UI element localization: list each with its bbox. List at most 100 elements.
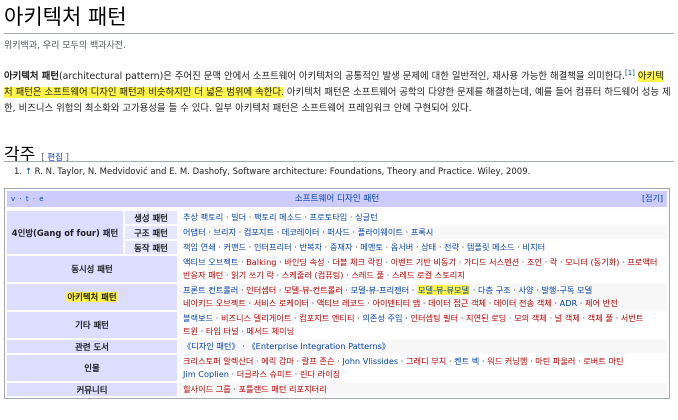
- navbox-link[interactable]: 메서드 체이닝: [246, 326, 294, 336]
- navbox-link[interactable]: 아이덴티티 맵: [372, 298, 420, 308]
- navbox-link[interactable]: 스레드 로컬 스토리지: [392, 270, 465, 280]
- navbox-link[interactable]: 옵서버: [391, 242, 414, 252]
- navbox-link[interactable]: 포틀랜드 패턴 리포지터리: [239, 384, 327, 394]
- list-separator: ·: [301, 212, 310, 222]
- navbox-link[interactable]: 에릭 감마: [261, 356, 294, 366]
- navbox-link[interactable]: 더블 체크 락킹: [332, 257, 382, 267]
- navbox-link[interactable]: 반복자: [299, 242, 322, 252]
- navbox-group: 인물: [7, 355, 177, 381]
- navbox-link[interactable]: 책임 연쇄: [183, 242, 216, 252]
- navbox-link[interactable]: 힐사이드 그룹: [183, 384, 231, 394]
- navbox-link[interactable]: 메멘토: [360, 242, 383, 252]
- navbox-link[interactable]: 비즈니스 델리게이트: [221, 313, 291, 323]
- navbox-link[interactable]: 읽기 쓰기 락: [231, 270, 274, 280]
- navbox-link[interactable]: 타입 터널: [206, 326, 239, 336]
- notes-divider: [4, 161, 674, 162]
- navbox-link[interactable]: 어댑터: [183, 227, 206, 237]
- navbox-link[interactable]: 데이터 접근 객체: [428, 298, 486, 308]
- navbox-link[interactable]: 더글라스 슈미트: [237, 369, 292, 379]
- navbox-link[interactable]: 《Enterprise Integration Patterns》: [247, 341, 390, 351]
- navbox-link[interactable]: 발행-구독 모델: [541, 285, 592, 295]
- navbox-link[interactable]: 비지터: [523, 242, 546, 252]
- navbox-title[interactable]: 소프트웨어 디자인 패턴: [295, 194, 380, 204]
- navbox-link[interactable]: 랄프 존슨: [302, 356, 335, 366]
- navbox-link[interactable]: 프로액터: [627, 257, 657, 267]
- reference-link[interactable]: [1]: [625, 69, 635, 77]
- navbox-subgroup: 구조 패턴: [125, 226, 177, 239]
- navbox-link[interactable]: 프론트 컨트롤러: [183, 285, 238, 295]
- navbox-link[interactable]: 팩토리 메소드: [254, 212, 302, 222]
- navbox-link[interactable]: 사양: [518, 285, 533, 295]
- navbox-row: 4인방(Gang of four) 패턴 생성 패턴 추상 팩토리 · 빌더 · 팩…: [7, 211, 667, 254]
- navbox-link[interactable]: 데이터 전송 객체: [494, 298, 552, 308]
- navbox-link[interactable]: Balking: [246, 257, 276, 267]
- navbox-link[interactable]: 이벤트 기반 비동기: [391, 257, 456, 267]
- list-separator: ·: [542, 257, 550, 267]
- navbox-link[interactable]: 컴포지트: [244, 227, 274, 237]
- list-separator: ·: [546, 313, 555, 323]
- navbox-link[interactable]: 모의 객체: [514, 313, 547, 323]
- navbox-link[interactable]: 다층 구조: [478, 285, 511, 295]
- navbox-link[interactable]: 빌더: [231, 212, 246, 222]
- navbox-link[interactable]: 마틴 파울러: [535, 356, 575, 366]
- navbox-link[interactable]: 네이키드 오브젝트: [183, 298, 246, 308]
- navbox-group: 아키텍처 패턴: [7, 284, 177, 310]
- navbox-link[interactable]: 그래디 부치: [406, 356, 446, 366]
- navbox-link[interactable]: 모델-뷰-뷰모델: [417, 285, 471, 295]
- navbox-link[interactable]: 데코레이터: [282, 227, 320, 237]
- navbox-link[interactable]: 트윈: [183, 326, 198, 336]
- navbox-link[interactable]: 조인: [527, 257, 542, 267]
- article-page: 아키텍처 패턴 위키백과, 우리 모두의 백과사전. 아키텍처 패턴(archi…: [0, 0, 678, 420]
- list-separator: ·: [292, 369, 300, 379]
- navbox-link[interactable]: 모델-뷰-컨트롤러: [284, 285, 343, 295]
- site-tagline: 위키백과, 우리 모두의 백과사전.: [4, 41, 126, 51]
- navbox-link[interactable]: 상태: [421, 242, 436, 252]
- navbox-link[interactable]: 프로토타입: [310, 212, 348, 222]
- navbox-link[interactable]: 인터셉터: [246, 285, 276, 295]
- navbox-link[interactable]: 객체 풀: [588, 313, 613, 323]
- navbox-link[interactable]: 템플릿 메소드: [467, 242, 515, 252]
- navbox-link[interactable]: 크리스토퍼 알렉산더: [183, 356, 253, 366]
- navbox-link[interactable]: 프록시: [411, 227, 434, 237]
- navbox-link[interactable]: 가디드 서스펜션: [464, 257, 519, 267]
- navbox-link[interactable]: 로버트 마틴: [583, 356, 623, 366]
- navbox-link[interactable]: 싱글턴: [355, 212, 378, 222]
- navbox-link[interactable]: 컴포지트 엔티티: [299, 313, 354, 323]
- navbox-link[interactable]: 브리지: [213, 227, 236, 237]
- navbox-link[interactable]: 인터프리터: [254, 242, 292, 252]
- navbox-link[interactable]: 스케줄러 (컴퓨팅): [282, 270, 344, 280]
- navbox-link[interactable]: 중재자: [330, 242, 353, 252]
- navbox-link[interactable]: 린다 라이징: [300, 369, 340, 379]
- navbox-link[interactable]: 바인딩 속성: [284, 257, 324, 267]
- navbox-link[interactable]: 《디자인 패턴》: [183, 341, 240, 351]
- navbox-link[interactable]: 켄트 벡: [454, 356, 479, 366]
- navbox-link[interactable]: 스레드 풀: [351, 270, 384, 280]
- navbox-link[interactable]: 서번트: [621, 313, 644, 323]
- vte-links[interactable]: v · t · e: [11, 191, 45, 207]
- navbox-link[interactable]: 서비스 로케이터: [254, 298, 309, 308]
- navbox-link[interactable]: ADR: [560, 298, 578, 308]
- navbox-link[interactable]: 전략: [444, 242, 459, 252]
- navbox-link[interactable]: 모델-뷰-프리젠터: [351, 285, 410, 295]
- navbox-link[interactable]: 반응자 패턴: [183, 270, 223, 280]
- navbox-link[interactable]: 인터셉팅 필터: [410, 313, 458, 323]
- navbox-link[interactable]: 워드 커닝햄: [487, 356, 527, 366]
- navbox-link[interactable]: 퍼사드: [327, 227, 350, 237]
- navbox-link[interactable]: 액티브 오브젝트: [183, 257, 238, 267]
- navbox-link[interactable]: 액티브 레코드: [317, 298, 365, 308]
- navbox-link[interactable]: John Vlissides: [342, 356, 398, 366]
- navbox-link[interactable]: 커맨드: [224, 242, 247, 252]
- navbox-link[interactable]: 널 객체: [555, 313, 580, 323]
- navbox-link[interactable]: 플라이웨이트: [358, 227, 403, 237]
- backlink-arrow[interactable]: ↑: [25, 167, 32, 177]
- navbox-link[interactable]: 모니터 (동기화): [565, 257, 619, 267]
- collapse-toggle[interactable]: [접기]: [642, 191, 663, 207]
- navbox-link[interactable]: 의존성 주입: [362, 313, 402, 323]
- list-separator: ·: [238, 257, 247, 267]
- navbox-link[interactable]: Jim Coplien: [183, 369, 229, 379]
- list-separator: ·: [273, 270, 282, 280]
- navbox-link[interactable]: 제어 반전: [585, 298, 618, 308]
- navbox-link[interactable]: 추상 팩토리: [183, 212, 223, 222]
- navbox-link[interactable]: 지연된 로딩: [466, 313, 506, 323]
- navbox-link[interactable]: 블랙보드: [183, 313, 213, 323]
